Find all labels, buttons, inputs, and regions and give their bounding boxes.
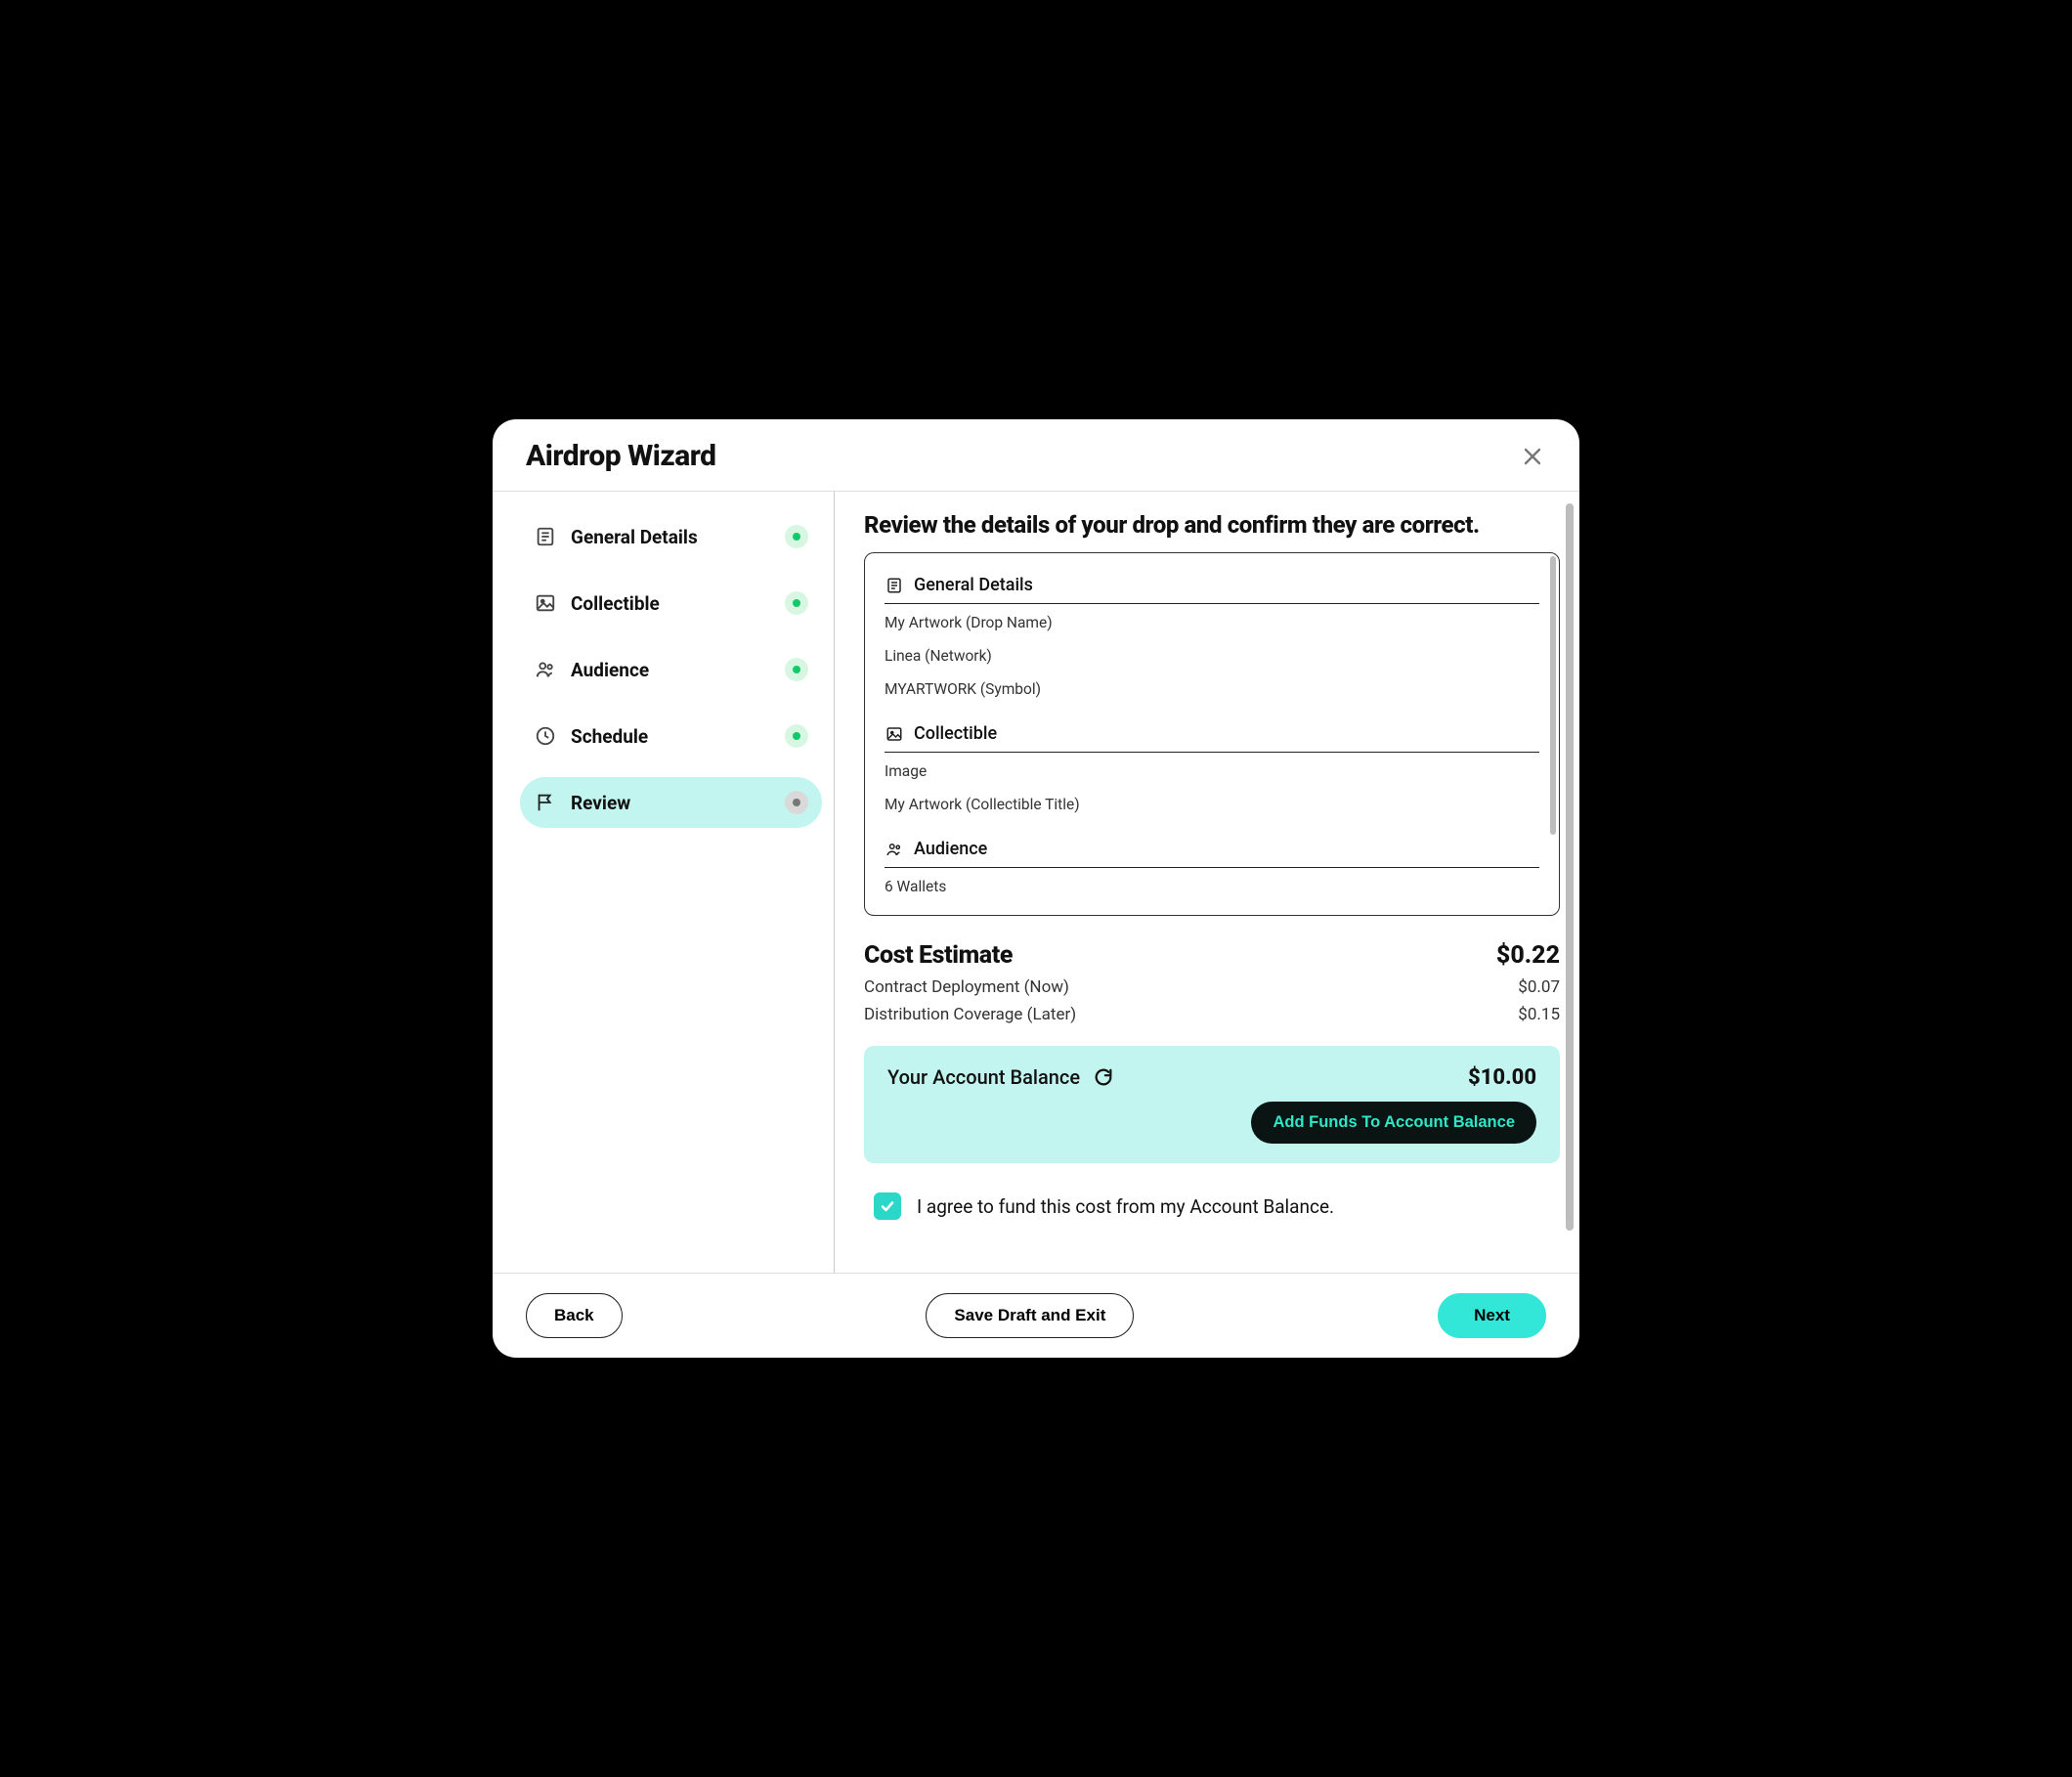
cost-distribution-label: Distribution Coverage (Later) [864,1005,1076,1024]
sidebar-item-label: General Details [571,526,771,548]
modal-footer: Back Save Draft and Exit Next [493,1273,1579,1358]
cost-distribution-value: $0.15 [1518,1005,1560,1024]
wizard-sidebar: General Details Collectible Audience [493,492,835,1273]
balance-label: Your Account Balance [887,1065,1080,1089]
cost-row-distribution: Distribution Coverage (Later) $0.15 [864,1005,1560,1024]
review-wallets: 6 Wallets [885,868,1539,897]
modal-header: Airdrop Wizard [493,419,1579,492]
agree-row: I agree to fund this cost from my Accoun… [874,1192,1560,1220]
status-dot-current [785,791,808,814]
clock-icon [534,724,557,748]
back-button[interactable]: Back [526,1293,623,1338]
refresh-icon [1093,1066,1114,1088]
refresh-balance-button[interactable] [1092,1065,1115,1089]
agree-checkbox[interactable] [874,1192,901,1220]
image-icon [885,724,904,744]
section-label: Audience [914,839,987,859]
review-summary-box: General Details My Artwork (Drop Name) L… [864,552,1560,916]
review-collectible-title: My Artwork (Collectible Title) [885,782,1539,815]
review-network: Linea (Network) [885,633,1539,667]
review-box-scrollbar[interactable] [1550,556,1556,835]
save-draft-button[interactable]: Save Draft and Exit [926,1293,1134,1338]
sidebar-item-collectible[interactable]: Collectible [520,578,822,628]
image-icon [534,591,557,615]
cost-contract-label: Contract Deployment (Now) [864,977,1069,997]
agree-text: I agree to fund this cost from my Accoun… [917,1195,1334,1218]
add-funds-button[interactable]: Add Funds To Account Balance [1251,1102,1536,1144]
section-label: Collectible [914,723,997,744]
content-scrollbar-thumb[interactable] [1566,503,1574,1231]
section-audience: Audience [885,831,1539,868]
cost-contract-value: $0.07 [1518,977,1560,997]
people-icon [534,658,557,681]
status-dot-done [785,724,808,748]
sidebar-item-label: Collectible [571,592,771,615]
close-button[interactable] [1519,443,1546,470]
sidebar-item-audience[interactable]: Audience [520,644,822,695]
airdrop-wizard-modal: Airdrop Wizard General Details Collectib… [493,419,1579,1358]
document-icon [885,576,904,595]
review-symbol: MYARTWORK (Symbol) [885,667,1539,700]
balance-amount: $10.00 [1468,1065,1536,1090]
review-heading: Review the details of your drop and conf… [864,511,1560,539]
status-dot-done [785,591,808,615]
content-pane: Review the details of your drop and conf… [835,492,1579,1273]
cost-estimate-total: $0.22 [1496,941,1560,970]
balance-right: $10.00 Add Funds To Account Balance [1251,1065,1536,1144]
flag-icon [534,791,557,814]
review-drop-name: My Artwork (Drop Name) [885,604,1539,633]
status-dot-done [785,525,808,548]
close-icon [1524,448,1541,465]
check-icon [880,1198,895,1214]
sidebar-item-label: Review [571,792,771,814]
next-button[interactable]: Next [1438,1293,1546,1338]
account-balance-card: Your Account Balance $10.00 Add Funds To… [864,1046,1560,1163]
cost-estimate-header: Cost Estimate $0.22 [864,941,1560,970]
modal-title: Airdrop Wizard [526,439,716,473]
section-collectible: Collectible [885,715,1539,753]
content-scrollbar-track[interactable] [1566,503,1574,1261]
cost-row-contract: Contract Deployment (Now) $0.07 [864,977,1560,997]
document-icon [534,525,557,548]
sidebar-item-label: Schedule [571,725,771,748]
review-media-type: Image [885,753,1539,782]
cost-estimate-label: Cost Estimate [864,941,1013,970]
sidebar-item-label: Audience [571,659,771,681]
modal-body: General Details Collectible Audience [493,492,1579,1273]
people-icon [885,840,904,859]
sidebar-item-general-details[interactable]: General Details [520,511,822,562]
sidebar-item-schedule[interactable]: Schedule [520,711,822,761]
status-dot-done [785,658,808,681]
section-label: General Details [914,575,1033,595]
section-general-details: General Details [885,567,1539,604]
sidebar-item-review[interactable]: Review [520,777,822,828]
balance-left: Your Account Balance [887,1065,1115,1089]
